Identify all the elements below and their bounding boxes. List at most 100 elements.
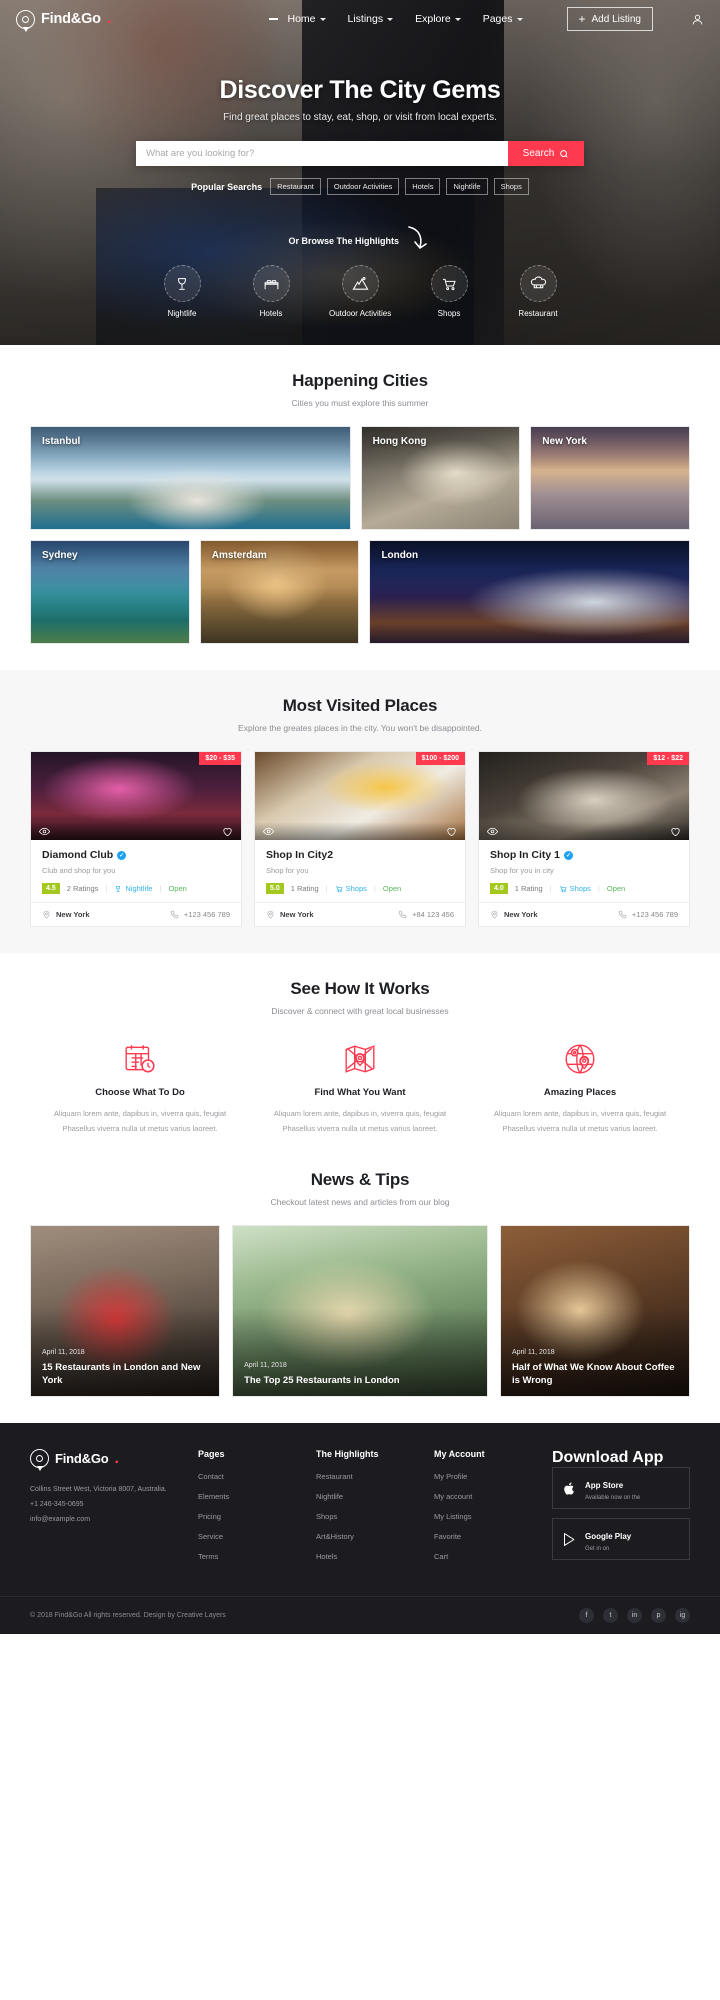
city-card-amsterdam[interactable]: Amsterdam <box>199 540 360 644</box>
listing-category[interactable]: Shops <box>335 884 367 893</box>
linkedin-icon[interactable]: in <box>627 1608 642 1624</box>
footer-brand-column: Find&Go . Collins Street West, Victoria … <box>30 1449 180 1572</box>
calendar-clock-icon <box>125 1045 155 1073</box>
user-icon <box>692 14 703 24</box>
popular-tag-nightlife[interactable]: Nightlife <box>446 178 488 195</box>
hero-category-list: Nightlife Hotels Outdoor Activities Shop… <box>0 265 720 318</box>
nav-item-explore[interactable]: Explore <box>415 13 461 25</box>
footer-link-my-listings[interactable]: My Listings <box>434 1512 534 1521</box>
works-items: Choose What To Do Aliquam lorem ante, da… <box>30 1042 690 1136</box>
footer-link-contact[interactable]: Contact <box>198 1472 298 1481</box>
footer-link-my-account[interactable]: My account <box>434 1492 534 1501</box>
footer-link-restaurant[interactable]: Restaurant <box>316 1472 416 1481</box>
category-outdoor-activities-label: Outdoor Activities <box>329 309 392 318</box>
curved-arrow-icon <box>408 226 428 249</box>
category-shops[interactable]: Shops <box>418 265 480 318</box>
eye-icon[interactable] <box>39 826 50 837</box>
listing-card[interactable]: $20 - $35 Diamond Club ✓ Club and shop f… <box>30 751 242 927</box>
category-hotels[interactable]: Hotels <box>240 265 302 318</box>
listing-phone[interactable]: +123 456 789 <box>618 910 678 919</box>
brand-logo[interactable]: Find&Go . <box>16 9 111 29</box>
listing-image: $12 - $22 <box>479 752 689 840</box>
eye-icon[interactable] <box>487 826 498 837</box>
blog-cards: April 11, 2018 15 Restaurants in London … <box>30 1225 690 1398</box>
popular-tag-restaurant[interactable]: Restaurant <box>270 178 321 195</box>
city-card-hong-kong[interactable]: Hong Kong <box>360 426 521 530</box>
ratings-count: 1 Rating <box>290 884 319 893</box>
heart-icon[interactable] <box>670 826 681 837</box>
listing-category[interactable]: Shops <box>559 884 591 893</box>
footer-link-favorite[interactable]: Favorite <box>434 1532 534 1541</box>
twitter-icon[interactable]: t <box>603 1608 618 1624</box>
footer-link-art-history[interactable]: Art&History <box>316 1532 416 1541</box>
listing-phone[interactable]: +123 456 789 <box>170 910 230 919</box>
popular-tag-hotels[interactable]: Hotels <box>405 178 441 195</box>
heart-icon[interactable] <box>446 826 457 837</box>
app-store-button[interactable]: App Store Available now on the <box>552 1467 690 1510</box>
footer-column-title-highlights: The Highlights <box>316 1449 379 1460</box>
instagram-icon[interactable]: ig <box>675 1608 690 1624</box>
category-restaurant[interactable]: Restaurant <box>507 265 569 318</box>
meta-divider: | <box>549 884 552 893</box>
footer-link-cart[interactable]: Cart <box>434 1552 534 1561</box>
listing-image-actions <box>31 822 241 840</box>
work-title: Choose What To Do <box>95 1087 185 1098</box>
listing-card[interactable]: $12 - $22 Shop In City 1 ✓ Shop for you … <box>478 751 690 927</box>
listing-phone[interactable]: +84 123 456 <box>398 910 454 919</box>
nav-item-home-label: Home <box>287 13 316 25</box>
listing-meta: 4.5 2 Ratings | Nightlife | Open <box>42 883 230 894</box>
google-play-button[interactable]: Google Play Get in on <box>552 1518 690 1561</box>
city-card-london[interactable]: London <box>369 540 691 644</box>
facebook-icon[interactable]: f <box>579 1608 594 1624</box>
cocktail-glass-icon <box>178 277 186 290</box>
listing-title: Shop In City 1 <box>490 849 561 861</box>
city-card-new-york[interactable]: New York <box>530 426 691 530</box>
category-outdoor-activities[interactable]: Outdoor Activities <box>329 265 391 318</box>
add-listing-button[interactable]: + Add Listing <box>566 7 653 31</box>
work-title: Amazing Places <box>543 1087 617 1098</box>
blog-card[interactable]: April 11, 2018 Half of What We Know Abou… <box>499 1225 690 1398</box>
nav-item-pages[interactable]: Pages <box>483 13 523 25</box>
popular-tag-shops[interactable]: Shops <box>493 178 529 195</box>
search-button[interactable]: Search <box>508 141 584 166</box>
pinterest-icon[interactable]: p <box>651 1608 666 1624</box>
category-hotels-circle <box>252 265 290 302</box>
category-hotels-label: Hotels <box>259 309 283 318</box>
user-account-button[interactable] <box>691 13 704 26</box>
globe-pin-icon <box>565 1044 595 1074</box>
verified-badge-icon: ✓ <box>564 850 574 860</box>
city-card-istanbul[interactable]: Istanbul <box>30 426 351 530</box>
footer-link-nightlife[interactable]: Nightlife <box>316 1492 416 1501</box>
footer-bottom-inner: © 2018 Find&Go All rights reserved. Desi… <box>30 1608 690 1624</box>
nav-item-listings[interactable]: Listings <box>348 13 394 25</box>
footer-link-service[interactable]: Service <box>198 1532 298 1541</box>
search-input[interactable] <box>136 141 508 166</box>
footer-link-shops[interactable]: Shops <box>316 1512 416 1521</box>
listing-location-label: New York <box>280 910 314 919</box>
heart-icon[interactable] <box>222 826 233 837</box>
app-store-title: App Store <box>585 1481 624 1491</box>
listing-meta: 5.0 1 Rating | Shops | Open <box>266 883 454 894</box>
city-card-sydney[interactable]: Sydney <box>30 540 190 644</box>
footer-address: Collins Street West, Victoria 8007, Aust… <box>30 1486 167 1494</box>
footer-link-elements[interactable]: Elements <box>198 1492 298 1501</box>
google-play-text: Google Play Get in on <box>585 1526 631 1552</box>
eye-icon[interactable] <box>263 826 274 837</box>
listing-location: New York <box>42 910 90 919</box>
listing-card[interactable]: $100 - $200 Shop In City2 Shop for you 5… <box>254 751 466 927</box>
footer-email[interactable]: info@example.com <box>30 1513 180 1528</box>
blog-card[interactable]: April 11, 2018 The Top 25 Restaurants in… <box>232 1225 488 1398</box>
listing-category[interactable]: Nightlife <box>114 884 152 893</box>
category-nightlife[interactable]: Nightlife <box>151 265 213 318</box>
add-listing-label: Add Listing <box>591 13 641 25</box>
footer-logo[interactable]: Find&Go . <box>30 1449 180 1469</box>
footer-link-my-profile[interactable]: My Profile <box>434 1472 534 1481</box>
footer-link-hotels[interactable]: Hotels <box>316 1552 416 1561</box>
footer-link-pricing[interactable]: Pricing <box>198 1512 298 1521</box>
footer-link-terms[interactable]: Terms <box>198 1552 298 1561</box>
popular-tag-outdoor-activities[interactable]: Outdoor Activities <box>326 178 400 195</box>
how-it-works-section: See How It Works Discover & connect with… <box>0 953 720 1162</box>
nav-item-explore-label: Explore <box>415 13 451 25</box>
nav-item-home[interactable]: Home <box>269 13 326 25</box>
blog-card[interactable]: April 11, 2018 15 Restaurants in London … <box>30 1225 221 1398</box>
